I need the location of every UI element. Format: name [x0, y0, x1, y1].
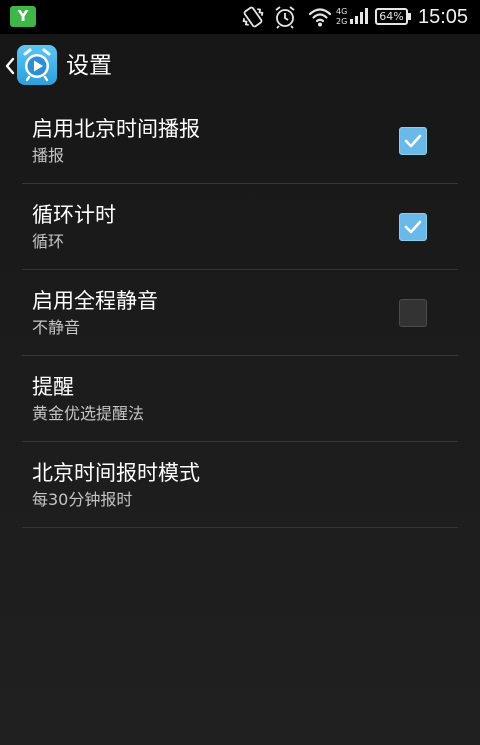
setting-title: 启用全程静音 — [32, 289, 158, 313]
setting-summary: 循环 — [32, 232, 65, 251]
setting-reminder[interactable]: 提醒 黄金优选提醒法 — [0, 356, 480, 442]
wifi-icon — [308, 6, 332, 32]
setting-summary: 播报 — [32, 146, 65, 165]
signal-strength-icon — [349, 7, 369, 29]
setting-summary: 不静音 — [32, 318, 81, 337]
setting-time-report-mode[interactable]: 北京时间报时模式 每30分钟报时 — [0, 442, 480, 528]
broadcast-checkbox[interactable] — [399, 127, 427, 155]
battery-icon: 64% — [375, 8, 408, 25]
loop-checkbox[interactable] — [399, 213, 427, 241]
checkmark-icon — [404, 134, 422, 148]
page-title: 设置 — [66, 53, 112, 79]
back-button[interactable] — [0, 34, 60, 98]
notification-app-icon: Y — [10, 6, 36, 27]
divider — [22, 527, 458, 528]
setting-full-mute[interactable]: 启用全程静音 不静音 — [0, 270, 480, 356]
chevron-left-icon — [4, 56, 16, 80]
status-bar: Y 4G 2G 64% 15:05 — [0, 0, 480, 34]
mute-checkbox[interactable] — [399, 299, 427, 327]
setting-title: 提醒 — [32, 375, 74, 399]
setting-title: 启用北京时间播报 — [32, 117, 200, 141]
setting-summary: 每30分钟报时 — [32, 490, 133, 509]
alarm-clock-icon — [273, 4, 297, 34]
checkmark-icon — [404, 220, 422, 234]
network-2g-label: 2G — [336, 17, 348, 26]
network-type-labels: 4G 2G — [336, 7, 347, 27]
setting-title: 循环计时 — [32, 203, 116, 227]
settings-list: 启用北京时间播报 播报 循环计时 循环 启用全程静音 不静音 提醒 黄金优选提醒… — [0, 98, 480, 528]
setting-loop-timing[interactable]: 循环计时 循环 — [0, 184, 480, 270]
setting-title: 北京时间报时模式 — [32, 461, 200, 485]
setting-summary: 黄金优选提醒法 — [32, 404, 145, 423]
app-logo-icon — [17, 45, 57, 85]
battery-tip — [408, 13, 411, 20]
network-4g-label: 4G — [336, 7, 348, 16]
setting-beijing-time-broadcast[interactable]: 启用北京时间播报 播报 — [0, 98, 480, 184]
vibrate-icon — [240, 4, 266, 34]
action-bar: 设置 — [0, 34, 480, 98]
status-time: 15:05 — [418, 6, 469, 28]
